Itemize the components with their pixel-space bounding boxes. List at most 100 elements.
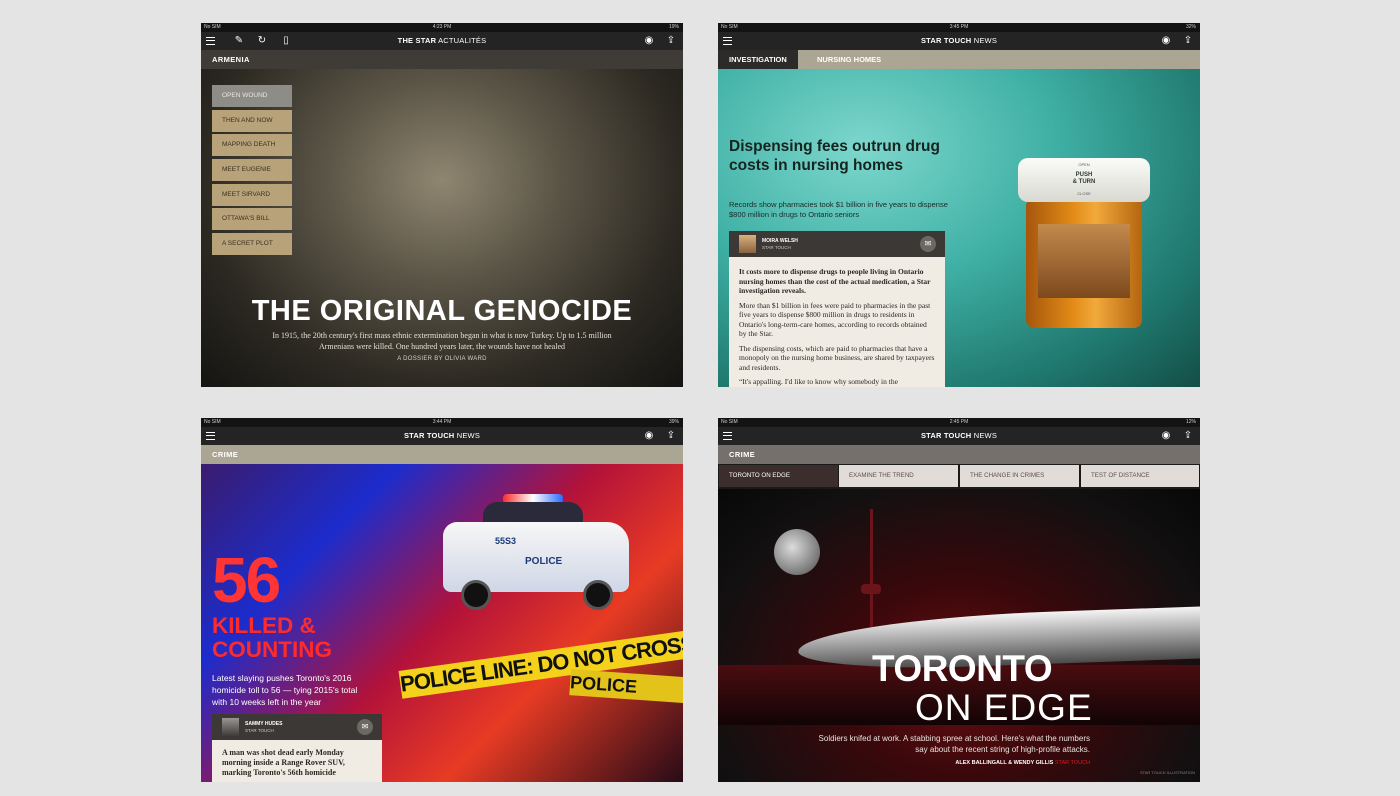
story-deck: Records show pharmacies took $1 billion …	[729, 200, 948, 219]
section-label: ARMENIA	[212, 55, 250, 64]
article-body: A man was shot dead early Monday morning…	[222, 748, 345, 777]
app-title-bold: THE STAR	[397, 36, 437, 45]
status-bar: No SIM 2:45 PM 12%	[718, 418, 1200, 427]
tab-nursing-homes[interactable]: NURSING HOMES	[806, 50, 892, 69]
share-icon[interactable]: ⇪	[1182, 35, 1194, 47]
app-topbar: STAR TOUCH NEWS ◉ ⇪	[201, 427, 683, 445]
tab-examine-the-trend[interactable]: EXAMINE THE TREND	[839, 465, 958, 487]
cap-text: PUSH	[1075, 172, 1093, 178]
article-paragraph: “It's appalling. I'd like to know why so…	[739, 377, 898, 386]
app-title: STAR TOUCH NEWS	[201, 427, 683, 445]
audio-icon[interactable]: ◉	[1160, 35, 1172, 47]
battery-label: 32%	[1185, 24, 1196, 30]
clock: 3:44 PM	[432, 419, 452, 425]
app-title-bold: STAR TOUCH	[920, 431, 972, 440]
tablet-toronto-on-edge: No SIM 2:45 PM 12% STAR TOUCH NEWS ◉ ⇪ C…	[718, 418, 1200, 782]
app-topbar: STAR TOUCH NEWS ◉ ⇪	[718, 32, 1200, 50]
email-icon[interactable]: ✉	[920, 236, 936, 252]
story-byline: ALEX BALLINGALL & WENDY GILLIS STAR TOUC…	[955, 760, 1090, 766]
battery-label: 12%	[1185, 419, 1196, 425]
tab-investigation[interactable]: INVESTIGATION	[718, 50, 798, 69]
homicide-count: 56	[212, 544, 281, 616]
app-title: THE STAR ACTUALITÉS	[201, 32, 683, 50]
chapter-open-wound[interactable]: OPEN WOUND	[212, 85, 292, 107]
story-deck: Soldiers knifed at work. A stabbing spre…	[818, 734, 1090, 754]
headline-line: ON EDGE	[915, 687, 1093, 728]
headline-line: TORONTO	[872, 648, 1053, 689]
article-card: MOIRA WELSH STAR TOUCH ✉ It costs more t…	[729, 231, 945, 387]
banknote-image	[1038, 224, 1130, 298]
chapter-then-and-now[interactable]: THEN AND NOW	[212, 109, 292, 132]
audio-icon[interactable]: ◉	[643, 430, 655, 442]
app-title-rest: NEWS	[456, 431, 481, 440]
police-car-image: 55S3 POLICE	[443, 494, 629, 614]
author-name: SAMMY HUDES	[245, 721, 283, 727]
section-bar: CRIME	[201, 445, 683, 464]
article-lede: It costs more to dispense drugs to peopl…	[739, 267, 931, 295]
chapter-ottawas-bill[interactable]: OTTAWA'S BILL	[212, 208, 292, 231]
clock: 4:23 PM	[432, 24, 452, 30]
moon-image	[774, 529, 820, 575]
audio-icon[interactable]: ◉	[643, 35, 655, 47]
pill-bottle-illustration: OPEN PUSH & TURN CLOSE	[1018, 158, 1150, 328]
tab-toronto-on-edge[interactable]: TORONTO ON EDGE	[719, 465, 838, 487]
author-bar: SAMMY HUDES STAR TOUCH ✉	[212, 714, 382, 740]
app-topbar: STAR TOUCH NEWS ◉ ⇪	[718, 427, 1200, 445]
byline-org: STAR TOUCH	[1054, 760, 1090, 766]
story-headline: Dispensing fees outrun drug costs in nur…	[729, 138, 940, 174]
pill-bottle-cap: OPEN PUSH & TURN CLOSE	[1018, 158, 1150, 202]
tablet-crime-56: No SIM 3:44 PM 39% STAR TOUCH NEWS ◉ ⇪ C…	[201, 418, 683, 782]
cn-tower-pod	[861, 584, 881, 594]
share-icon[interactable]: ⇪	[1182, 430, 1194, 442]
wheel	[461, 580, 491, 610]
headline-line: KILLED &	[212, 613, 316, 638]
article-body: It costs more to dispense drugs to peopl…	[739, 267, 935, 387]
section-label: CRIME	[212, 450, 239, 459]
audio-icon[interactable]: ◉	[1160, 430, 1172, 442]
app-title-rest: NEWS	[973, 36, 998, 45]
story-deck: In 1915, the 20th century's first mass e…	[272, 331, 612, 351]
chapter-menu: OPEN WOUND THEN AND NOW MAPPING DEATH ME…	[212, 85, 292, 258]
tablet-armenia: No SIM 4:23 PM 19% ✎ ↻ ▯ THE STAR ACTUAL…	[201, 23, 683, 387]
chapter-meet-eugenie[interactable]: MEET EUGENIE	[212, 159, 292, 182]
story-byline: A DOSSIER BY OLIVIA WARD	[397, 356, 487, 362]
app-title-bold: STAR TOUCH	[920, 36, 972, 45]
pill-bottle-body	[1026, 198, 1142, 328]
section-bar: CRIME	[718, 445, 1200, 464]
illustration-credit: STAR TOUCH ILLUSTRATION	[1139, 770, 1195, 775]
tab-change-in-crimes[interactable]: THE CHANGE IN CRIMES	[960, 465, 1079, 487]
hero-illustration: TORONTO ON EDGE Soldiers knifed at work.…	[718, 489, 1200, 782]
share-icon[interactable]: ⇪	[665, 35, 677, 47]
app-title-rest: NEWS	[973, 431, 998, 440]
story-headline: KILLED & COUNTING	[212, 614, 332, 662]
app-title-bold: STAR TOUCH	[403, 431, 455, 440]
article-paragraph: The dispensing costs, which are paid to …	[739, 343, 935, 372]
author-name: MOIRA WELSH	[762, 238, 798, 244]
article-paragraph: More than $1 billion in fees were paid t…	[739, 300, 931, 339]
status-bar: No SIM 3:44 PM 39%	[201, 418, 683, 427]
email-icon[interactable]: ✉	[357, 719, 373, 735]
car-number: 55S3	[495, 536, 517, 546]
author-org: STAR TOUCH	[245, 728, 274, 733]
status-bar: No SIM 4:23 PM 19%	[201, 23, 683, 32]
share-icon[interactable]: ⇪	[665, 430, 677, 442]
cap-text: CLOSE	[1077, 191, 1091, 196]
author-bar: MOIRA WELSH STAR TOUCH ✉	[729, 231, 945, 257]
tab-test-of-distance[interactable]: TEST OF DISTANCE	[1081, 465, 1199, 487]
cap-text: OPEN	[1078, 162, 1090, 167]
battery-label: 39%	[668, 419, 679, 425]
avatar	[222, 718, 239, 736]
article-card: SAMMY HUDES STAR TOUCH ✉ A man was shot …	[212, 714, 382, 782]
section-bar: INVESTIGATION NURSING HOMES	[718, 50, 1200, 69]
cap-text: & TURN	[1072, 179, 1096, 185]
chapter-mapping-death[interactable]: MAPPING DEATH	[212, 134, 292, 157]
status-bar: No SIM 3:45 PM 32%	[718, 23, 1200, 32]
tablet-dispensing-fees: No SIM 3:45 PM 32% STAR TOUCH NEWS ◉ ⇪ I…	[718, 23, 1200, 387]
chapter-secret-plot[interactable]: A SECRET PLOT	[212, 233, 292, 256]
headline-line: COUNTING	[212, 637, 332, 662]
story-headline: THE ORIGINAL GENOCIDE	[251, 295, 633, 327]
avatar	[739, 235, 756, 253]
author-org: STAR TOUCH	[762, 245, 791, 250]
byline-names: ALEX BALLINGALL & WENDY GILLIS	[955, 760, 1054, 766]
chapter-meet-sirvard[interactable]: MEET SIRVARD	[212, 183, 292, 206]
